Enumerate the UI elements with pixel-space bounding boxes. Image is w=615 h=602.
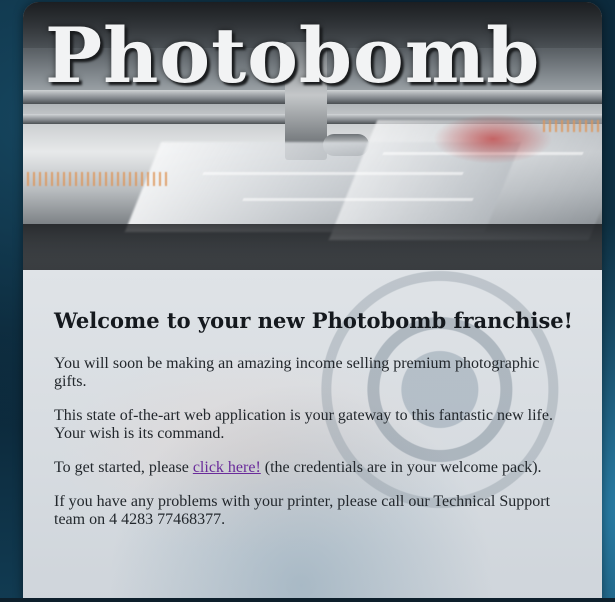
credentials-text: (the credentials are in your welcome pac… [260, 459, 542, 476]
paper-motion-stripe [202, 172, 464, 175]
page-container: Photobomb Welcome to your new Photobomb … [23, 2, 602, 602]
bottom-edge [0, 598, 615, 602]
gateway-paragraph: This state of-the-art web application is… [54, 407, 553, 442]
welcome-content: Welcome to your new Photobomb franchise!… [23, 270, 602, 602]
welcome-heading: Welcome to your new Photobomb franchise! [54, 308, 573, 333]
paper-motion-stripe [242, 198, 474, 201]
site-title: Photobomb [45, 11, 541, 100]
printer-spark-strip [543, 120, 602, 132]
printer-bottom-shadow [23, 224, 602, 270]
get-started-paragraph: To get started, please click here! (the … [54, 459, 571, 477]
intro-paragraph: You will soon be making an amazing incom… [54, 355, 540, 390]
printer-spark-strip [27, 172, 167, 186]
print-color-blur [433, 114, 553, 164]
support-paragraph: If you have any problems with your print… [54, 493, 551, 528]
header-banner: Photobomb [23, 2, 602, 270]
login-link[interactable]: click here! [193, 459, 261, 476]
get-started-text: To get started, please [54, 459, 193, 476]
